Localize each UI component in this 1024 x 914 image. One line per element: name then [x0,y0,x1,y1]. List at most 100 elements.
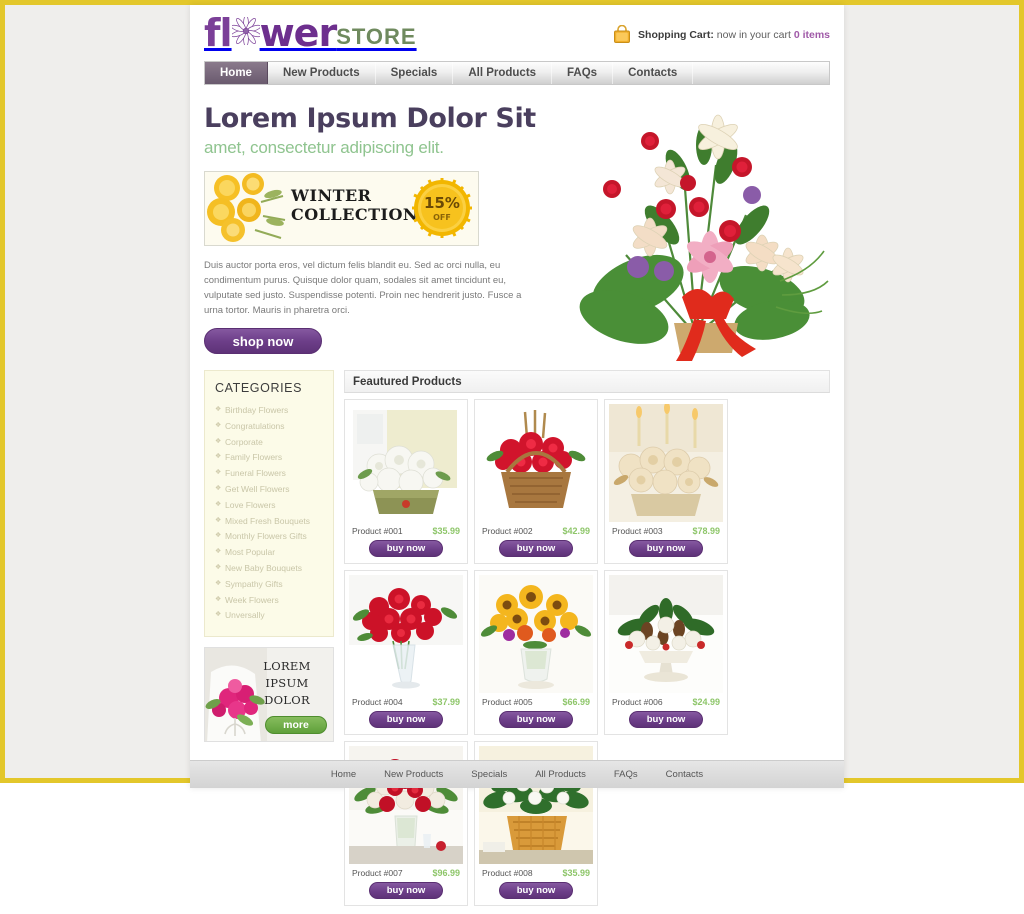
product-meta-008: Product #008 $35.99 [479,864,593,878]
product-image-002 [479,404,593,522]
buy-now-button-008[interactable]: buy now [499,882,573,899]
category-birthday-flowers[interactable]: Birthday Flowers [213,403,325,418]
list-item: New Baby Bouquets [213,561,325,576]
categories-box: CATEGORIES Birthday Flowers Congratulati… [204,370,334,638]
badge-off-text: OFF [433,213,451,222]
category-love-flowers[interactable]: Love Flowers [213,498,325,513]
product-name-007: Product #007 [352,868,403,878]
badge-percent-text: 15% [424,194,460,212]
sidebar-promo-box[interactable]: LOREM IPSUM DOLOR more [204,647,334,743]
buy-now-button-003[interactable]: buy now [629,540,703,557]
product-meta-002: Product #002 $42.99 [479,522,593,536]
list-item: Congratulations [213,419,325,434]
footer-link-contacts[interactable]: Contacts [666,769,704,780]
footer-link-new-products[interactable]: New Products [384,769,443,780]
product-card-002[interactable]: Product #002 $42.99 buy now [474,399,598,564]
list-item: Sympathy Gifts [213,577,325,592]
hero-bouquet-image [566,85,836,365]
category-week-flowers[interactable]: Week Flowers [213,593,325,608]
nav-item-contacts[interactable]: Contacts [613,62,694,84]
list-item: Love Flowers [213,498,325,513]
featured-products-header: Feautured Products [344,370,830,393]
nav-item-faqs[interactable]: FAQs [552,62,614,84]
product-name-002: Product #002 [482,526,533,536]
nav-item-specials[interactable]: Specials [376,62,454,84]
footer-link-home[interactable]: Home [331,769,356,780]
yellow-roses-image [205,172,287,245]
more-button[interactable]: more [265,716,327,735]
product-card-003[interactable]: Product #003 $78.99 buy now [604,399,728,564]
buy-now-button-001[interactable]: buy now [369,540,443,557]
product-card-006[interactable]: Product #006 $24.99 buy now [604,570,728,735]
flower-icon [232,17,260,45]
product-price-006: $24.99 [692,697,720,707]
product-price-004: $37.99 [432,697,460,707]
shopping-cart-summary[interactable]: Shopping Cart: now in your cart 0 items [612,25,830,44]
site-header: fl werSTORE Shopping Cart: now in your c… [190,5,844,61]
promo-line1: LOREM IPSUM [263,659,311,691]
list-item: Get Well Flowers [213,482,325,497]
product-image-004 [349,575,463,693]
banner-headline: WINTER COLLECTION [291,186,418,224]
product-price-007: $96.99 [432,868,460,878]
category-most-popular[interactable]: Most Popular [213,545,325,560]
footer-link-specials[interactable]: Specials [471,769,507,780]
content-area: CATEGORIES Birthday Flowers Congratulati… [204,370,830,914]
category-mixed-fresh-bouquets[interactable]: Mixed Fresh Bouquets [213,514,325,529]
featured-products-title: Feautured Products [353,375,462,388]
category-monthly-flowers-gifts[interactable]: Monthly Flowers Gifts [213,529,325,544]
product-card-004[interactable]: Product #004 $37.99 buy now [344,570,468,735]
logo-text-part3: STORE [336,24,417,49]
list-item: Family Flowers [213,450,325,465]
product-price-005: $66.99 [562,697,590,707]
promo-line2: DOLOR [264,693,310,708]
category-family-flowers[interactable]: Family Flowers [213,450,325,465]
winter-collection-banner[interactable]: WINTER COLLECTION 15% OFF [204,171,479,246]
buy-now-button-002[interactable]: buy now [499,540,573,557]
category-congratulations[interactable]: Congratulations [213,419,325,434]
shop-now-button[interactable]: shop now [204,328,322,354]
product-name-005: Product #005 [482,697,533,707]
product-card-001[interactable]: Product #001 $35.99 buy now [344,399,468,564]
product-grid: Product #001 $35.99 buy now Product #002… [344,399,830,906]
sidebar: CATEGORIES Birthday Flowers Congratulati… [204,370,334,906]
logo-text-part1: fl [204,11,233,55]
product-name-003: Product #003 [612,526,663,536]
buy-now-button-006[interactable]: buy now [629,711,703,728]
nav-item-home[interactable]: Home [205,62,268,84]
list-item: Most Popular [213,545,325,560]
site-page: fl werSTORE Shopping Cart: now in your c… [190,5,844,906]
discount-badge-icon: 15% OFF [412,178,472,238]
category-funeral-flowers[interactable]: Funeral Flowers [213,466,325,481]
nav-item-new-products[interactable]: New Products [268,62,376,84]
category-new-baby-bouquets[interactable]: New Baby Bouquets [213,561,325,576]
product-meta-001: Product #001 $35.99 [349,522,463,536]
hero-subtitle: amet, consectetur adipiscing elit. [204,138,444,157]
buy-now-button-004[interactable]: buy now [369,711,443,728]
footer-link-faqs[interactable]: FAQs [614,769,638,780]
product-card-005[interactable]: Product #005 $66.99 buy now [474,570,598,735]
cart-label: Shopping Cart: now in your cart 0 items [638,29,830,41]
cart-title: Shopping Cart: [638,28,714,41]
nav-item-all-products[interactable]: All Products [453,62,553,84]
product-image-001 [349,404,463,522]
categories-list: Birthday Flowers Congratulations Corpora… [213,403,325,623]
hero-body-text: Duis auctor porta eros, vel dictum felis… [204,260,522,316]
product-image-006 [609,575,723,693]
browser-frame: fl werSTORE Shopping Cart: now in your c… [0,0,1024,906]
product-image-003 [609,404,723,522]
buy-now-button-005[interactable]: buy now [499,711,573,728]
product-meta-004: Product #004 $37.99 [349,693,463,707]
shopping-bag-icon [614,25,631,43]
product-name-001: Product #001 [352,526,403,536]
product-meta-003: Product #003 $78.99 [609,522,723,536]
category-sympathy-gifts[interactable]: Sympathy Gifts [213,577,325,592]
category-get-well-flowers[interactable]: Get Well Flowers [213,482,325,497]
category-corporate[interactable]: Corporate [213,435,325,450]
buy-now-button-007[interactable]: buy now [369,882,443,899]
category-unversally[interactable]: Unversally [213,608,325,623]
cart-count: 0 items [793,28,830,41]
hero-title: Lorem Ipsum Dolor Sit [204,103,536,134]
sidebar-promo-text: LOREM IPSUM DOLOR [246,658,328,709]
footer-link-all-products[interactable]: All Products [535,769,586,780]
